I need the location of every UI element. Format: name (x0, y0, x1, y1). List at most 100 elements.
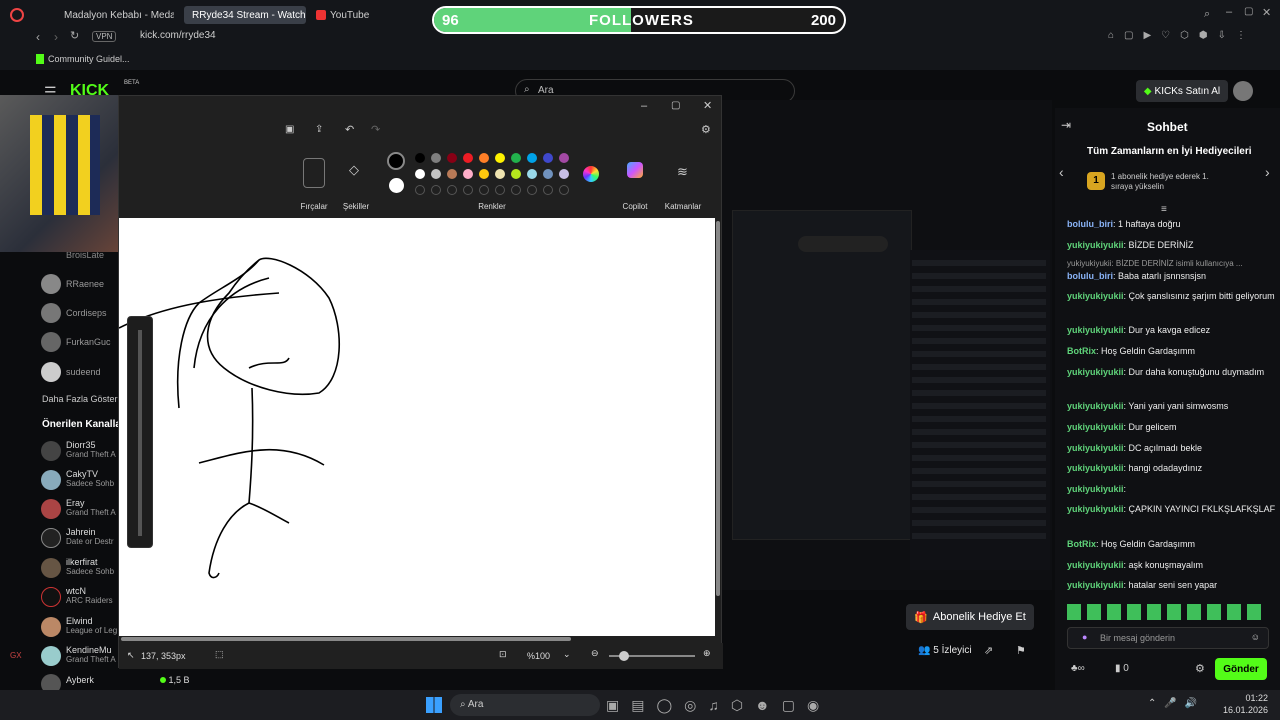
sidebar-user[interactable]: FurkanGuc (66, 337, 111, 347)
copilot-icon[interactable] (627, 162, 643, 178)
chat-username[interactable]: yukiyukiyukii (1067, 463, 1124, 473)
share-icon[interactable]: ⇪ (315, 124, 323, 135)
emote-bar[interactable] (1067, 604, 1267, 620)
palette-color-swatch[interactable] (447, 169, 457, 179)
chat-username[interactable]: yukiyukiyukii (1067, 367, 1124, 377)
palette-color-swatch[interactable] (559, 153, 569, 163)
chat-username[interactable]: yukiyukiyukii (1067, 580, 1124, 590)
chat-username[interactable]: yukiyukiyukii (1067, 484, 1124, 494)
maximize-icon[interactable]: ▢ (1244, 6, 1253, 17)
zoom-slider-thumb[interactable] (619, 651, 629, 661)
empty-color-slot[interactable] (511, 185, 521, 195)
chat-username[interactable]: bolulu_biri (1067, 219, 1113, 229)
palette-color-swatch[interactable] (463, 169, 473, 179)
close-icon[interactable]: ✕ (1262, 6, 1271, 19)
opera-logo-icon[interactable] (10, 8, 24, 22)
gift-sub-button[interactable]: 🎁 Abonelik Hediye Et (906, 604, 1034, 630)
reload-icon[interactable]: ↻ (70, 29, 79, 42)
share-icon[interactable]: ⇗ (984, 644, 993, 657)
recommended-channel[interactable]: wtcN ARC Raiders (66, 586, 113, 605)
palette-color-swatch[interactable] (431, 153, 441, 163)
recommended-channel[interactable]: Ayberk (66, 675, 94, 685)
palette-color-swatch[interactable] (431, 169, 441, 179)
zoom-in-icon[interactable]: ⊕ (703, 648, 711, 659)
chat-username[interactable]: yukiyukiyukii (1067, 291, 1124, 301)
recommended-channel[interactable]: Jahrein Date or Destr (66, 527, 114, 546)
points-icon[interactable]: ♣∞ (1071, 663, 1085, 674)
zoom-out-icon[interactable]: ⊖ (591, 648, 599, 659)
tab-rryde34[interactable]: RRyde34 Stream - Watch (184, 6, 306, 24)
chat-message[interactable]: yukiyukiyukii: Çok şanslısınız şarjım bi… (1067, 290, 1277, 303)
palette-color-swatch[interactable] (463, 153, 473, 163)
chat-username[interactable]: yukiyukiyukii (1067, 401, 1124, 411)
palette-color-swatch[interactable] (495, 153, 505, 163)
recommended-channel[interactable]: Diorr35 Grand Theft A (66, 440, 116, 459)
chat-username[interactable]: BotRix (1067, 539, 1096, 549)
chat-username[interactable]: yukiyukiyukii (1067, 240, 1124, 250)
settings-icon[interactable]: ⚙ (701, 123, 711, 136)
show-more-link[interactable]: Daha Fazla Göster (42, 394, 118, 404)
sidebar-user[interactable]: Cordiseps (66, 308, 107, 318)
palette-color-swatch[interactable] (543, 153, 553, 163)
brush-tool-icon[interactable] (303, 158, 325, 188)
forward-icon[interactable]: › (54, 30, 58, 44)
empty-color-slot[interactable] (431, 185, 441, 195)
chevron-left-icon[interactable]: ‹ (1059, 164, 1064, 180)
save-icon[interactable]: ▣ (285, 124, 294, 135)
palette-color-swatch[interactable] (415, 169, 425, 179)
recommended-channel[interactable]: KendineMu Grand Theft A (66, 645, 116, 664)
palette-color-swatch[interactable] (479, 153, 489, 163)
palette-color-swatch[interactable] (511, 153, 521, 163)
layers-icon[interactable]: ≋ (677, 164, 688, 180)
windows-start-icon[interactable] (426, 697, 442, 713)
taskbar-search[interactable]: ⌕ Ara (450, 694, 600, 716)
chat-message[interactable]: BotRix: Hoş Geldin Gardaşımm (1067, 345, 1277, 358)
address-bar[interactable]: kick.com/rryde34 (140, 30, 216, 41)
chat-username[interactable]: BotRix (1067, 346, 1096, 356)
chat-message[interactable]: yukiyukiyukii: Dur daha konuştuğunu duym… (1067, 366, 1277, 379)
shapes-tool-icon[interactable]: ◇ (349, 162, 359, 178)
maximize-icon[interactable]: ▢ (671, 100, 680, 111)
empty-color-slot[interactable] (559, 185, 569, 195)
close-icon[interactable]: ✕ (703, 99, 712, 112)
report-icon[interactable]: ⚑ (1016, 644, 1026, 657)
palette-color-swatch[interactable] (559, 169, 569, 179)
recommended-channel[interactable]: CakyTV Sadece Sohb (66, 469, 114, 488)
palette-color-swatch[interactable] (527, 169, 537, 179)
chat-message[interactable]: yukiyukiyukii: Dur gelicem (1067, 421, 1277, 434)
empty-color-slot[interactable] (447, 185, 457, 195)
chat-settings-icon[interactable]: ⚙ (1195, 662, 1205, 675)
recommended-channel[interactable]: ilkerfirat Sadece Sohb (66, 557, 114, 576)
chat-username[interactable]: yukiyukiyukii (1067, 504, 1124, 514)
buy-kicks-button[interactable]: ◆ KICKs Satın Al (1136, 80, 1228, 102)
sidebar-user[interactable]: sudeend (66, 367, 101, 377)
sidebar-user[interactable]: RRaenee (66, 279, 104, 289)
palette-color-swatch[interactable] (511, 169, 521, 179)
browser-toolbar-icons[interactable]: ⌂▢▶♡⬡⬢⇩⋮ (1108, 30, 1256, 41)
empty-color-slot[interactable] (463, 185, 473, 195)
chat-message[interactable]: yukiyukiyukii: hatalar seni sen yapar (1067, 579, 1277, 592)
tool-shapes[interactable]: Şekiller (341, 202, 371, 211)
recommended-channel[interactable]: Eray Grand Theft A (66, 498, 116, 517)
tool-colors[interactable]: Renkler (477, 202, 507, 211)
recommended-channel[interactable]: Elwind League of Leg (66, 616, 117, 635)
empty-color-slot[interactable] (479, 185, 489, 195)
send-button[interactable]: Gönder (1215, 658, 1267, 680)
vpn-badge[interactable]: VPN (92, 31, 117, 42)
back-icon[interactable]: ‹ (36, 30, 40, 44)
chat-username[interactable]: yukiyukiyukii (1067, 422, 1124, 432)
tab-youtube[interactable]: YouTube (312, 6, 382, 24)
fit-icon[interactable]: ⊡ (499, 649, 507, 660)
chat-message[interactable]: yukiyukiyukii: BİZDE DERİNİZ (1067, 239, 1277, 252)
chevron-right-icon[interactable]: › (1265, 164, 1270, 180)
collapse-chat-icon[interactable]: ⇥ (1061, 118, 1071, 132)
palette-color-swatch[interactable] (543, 169, 553, 179)
gx-icon[interactable]: GX (10, 651, 22, 660)
palette-color-swatch[interactable] (527, 153, 537, 163)
chat-username[interactable]: yukiyukiyukii (1067, 443, 1124, 453)
avatar[interactable] (1233, 81, 1253, 101)
tool-copilot[interactable]: Copilot (619, 202, 651, 211)
undo-icon[interactable]: ↶ (345, 123, 354, 136)
chat-message[interactable]: bolulu_biri: 1 haftaya doğru (1067, 218, 1277, 231)
search-icon[interactable]: ⌕ (1204, 8, 1210, 21)
